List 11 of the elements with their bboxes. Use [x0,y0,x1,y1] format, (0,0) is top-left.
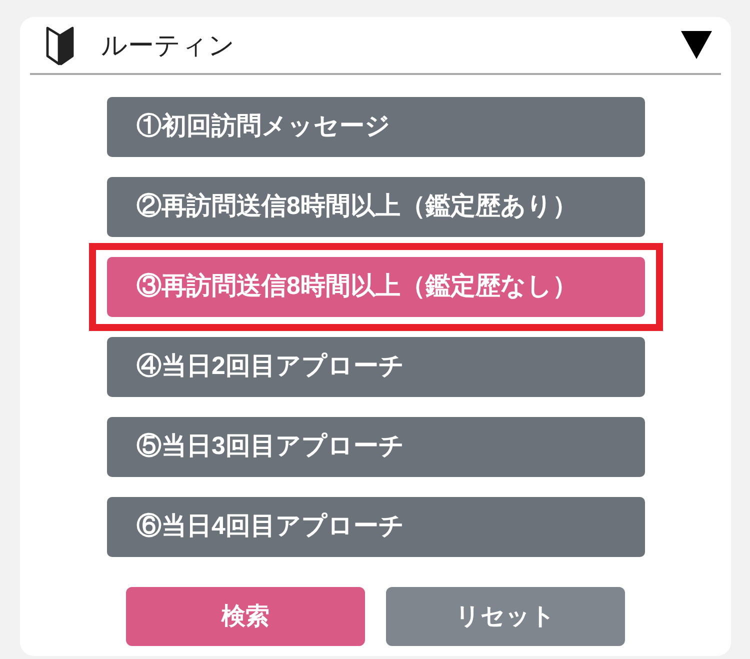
routine-button[interactable]: ⑤当日3回目アプローチ [106,417,644,477]
routine-button[interactable]: ④当日2回目アプローチ [106,337,644,397]
routine-button[interactable]: ②再訪問送信8時間以上（鑑定歴あり） [106,177,644,237]
reset-button[interactable]: リセット [386,587,625,646]
beginner-mark-icon [46,24,74,66]
search-button[interactable]: 検索 [126,587,365,646]
routine-button[interactable]: ①初回訪問メッセージ [106,97,644,157]
section-title: ルーティン [101,32,235,58]
caret-down-icon[interactable] [681,31,712,59]
routine-button[interactable]: ③再訪問送信8時間以上（鑑定歴なし） [106,257,644,317]
routine-button[interactable]: ⑥当日4回目アプローチ [106,497,644,557]
